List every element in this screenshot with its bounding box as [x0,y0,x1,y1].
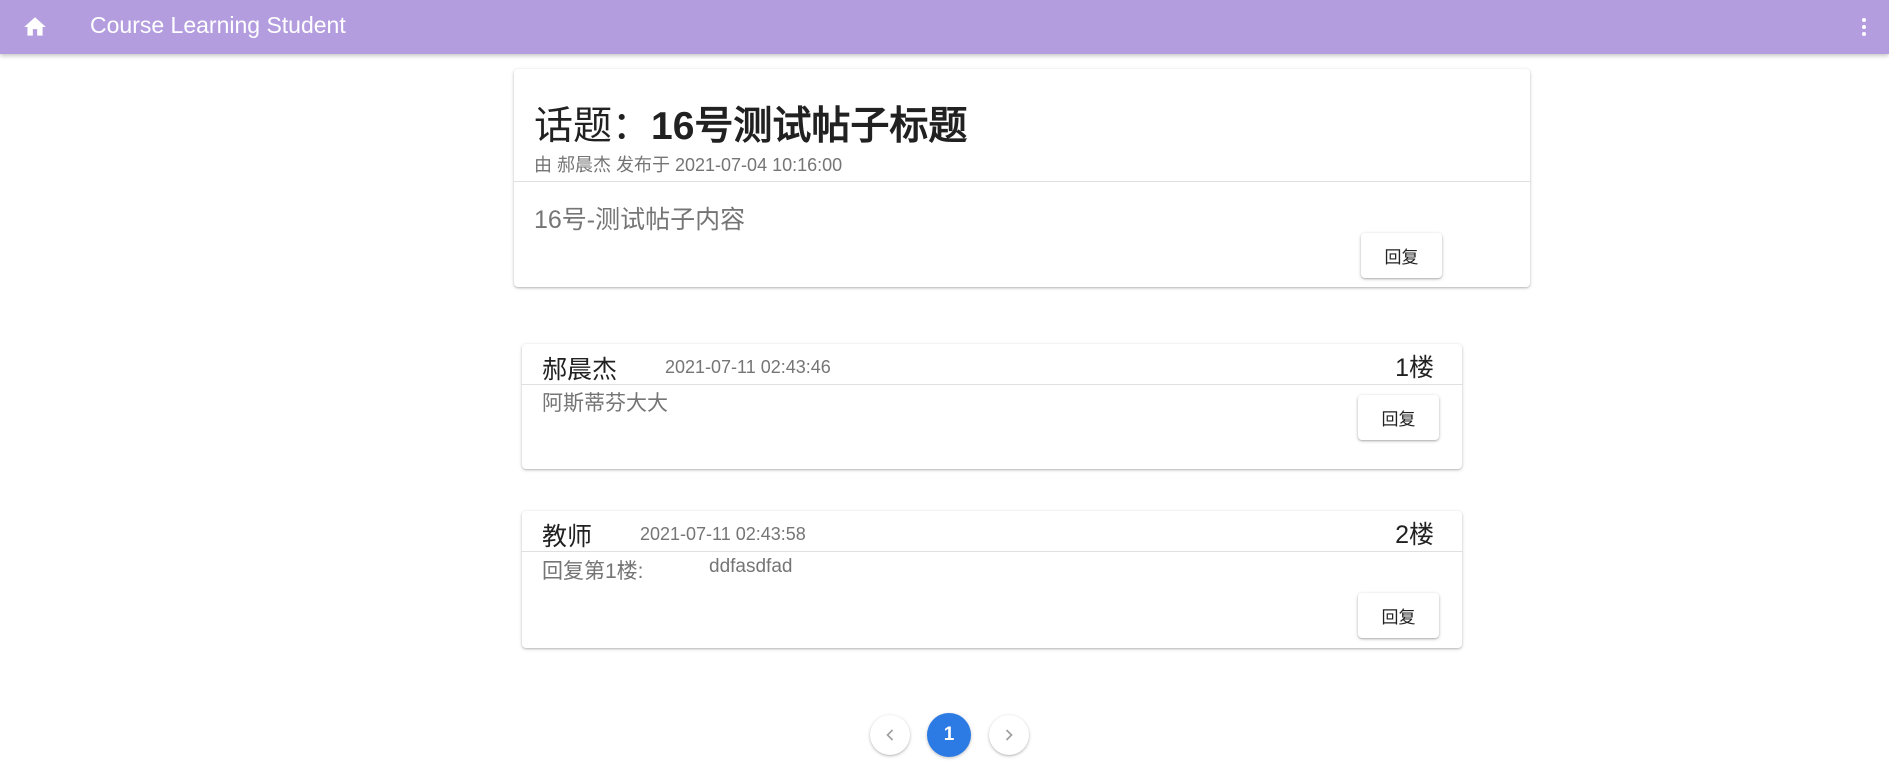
topic-title-prefix: 话题： [534,105,652,148]
reply-content: ddfasdfad [709,556,793,577]
more-vert-icon [1862,18,1866,36]
reply-button[interactable]: 回复 [1358,593,1439,638]
topic-title: 话题：16号测试帖子标题 [534,95,967,151]
topic-title-text: 16号测试帖子标题 [651,105,968,148]
reply-card: 教师 2021-07-11 02:43:58 2楼 回复第1楼: ddfasdf… [522,511,1462,648]
reply-time: 2021-07-11 02:43:58 [640,524,806,544]
divider [514,181,1530,182]
home-button[interactable] [16,8,54,46]
pagination-page-1[interactable]: 1 [927,713,971,757]
reply-floor: 2楼 [1395,521,1434,549]
divider [522,551,1462,552]
chevron-right-icon [1005,729,1013,741]
reply-author: 教师 [542,523,593,551]
chevron-left-icon [886,729,894,741]
pagination-next-button[interactable] [989,715,1029,755]
divider [522,384,1462,385]
pagination-prev-button[interactable] [870,715,910,755]
home-icon [24,17,46,36]
topic-reply-button[interactable]: 回复 [1361,233,1442,278]
reply-floor: 1楼 [1395,354,1434,382]
topic-meta: 由 郝晨杰 发布于 2021-07-04 10:16:00 [534,155,843,175]
app-title: Course Learning Student [90,12,346,38]
topic-card: 话题：16号测试帖子标题 由 郝晨杰 发布于 2021-07-04 10:16:… [514,69,1530,287]
more-menu-button[interactable] [1845,8,1883,46]
reply-card: 郝晨杰 2021-07-11 02:43:46 1楼 阿斯蒂芬大大 回复 [522,344,1462,469]
reply-button[interactable]: 回复 [1358,395,1439,440]
reply-author: 郝晨杰 [542,356,618,384]
reply-content: 阿斯蒂芬大大 [542,392,668,415]
reply-time: 2021-07-11 02:43:46 [665,357,831,377]
reply-quote-label: 回复第1楼: [542,560,644,583]
topic-content: 16号-测试帖子内容 [534,206,746,234]
app-bar: Course Learning Student [0,0,1889,54]
